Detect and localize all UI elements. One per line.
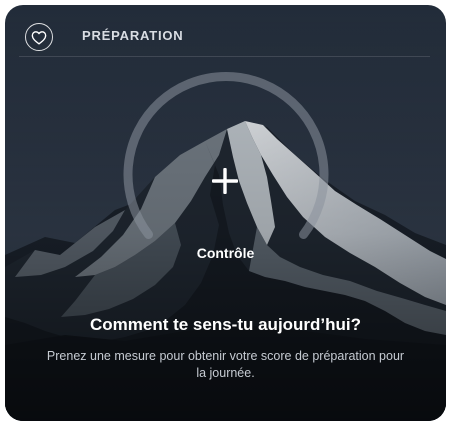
heart-button[interactable] bbox=[25, 23, 53, 51]
card-header: PRÉPARATION bbox=[5, 5, 446, 57]
readiness-card: PRÉPARATION Contrôle Comment te sens-tu … bbox=[5, 5, 446, 421]
ring-label: Contrôle bbox=[196, 245, 255, 261]
header-divider bbox=[19, 56, 430, 57]
plus-icon bbox=[212, 168, 238, 194]
add-measurement-button[interactable] bbox=[207, 163, 243, 199]
heart-icon bbox=[31, 30, 47, 44]
prompt-question: Comment te sens-tu aujourd’hui? bbox=[89, 315, 362, 334]
prompt-description: Prenez une mesure pour obtenir votre sco… bbox=[46, 349, 405, 380]
page-title: PRÉPARATION bbox=[82, 28, 184, 43]
